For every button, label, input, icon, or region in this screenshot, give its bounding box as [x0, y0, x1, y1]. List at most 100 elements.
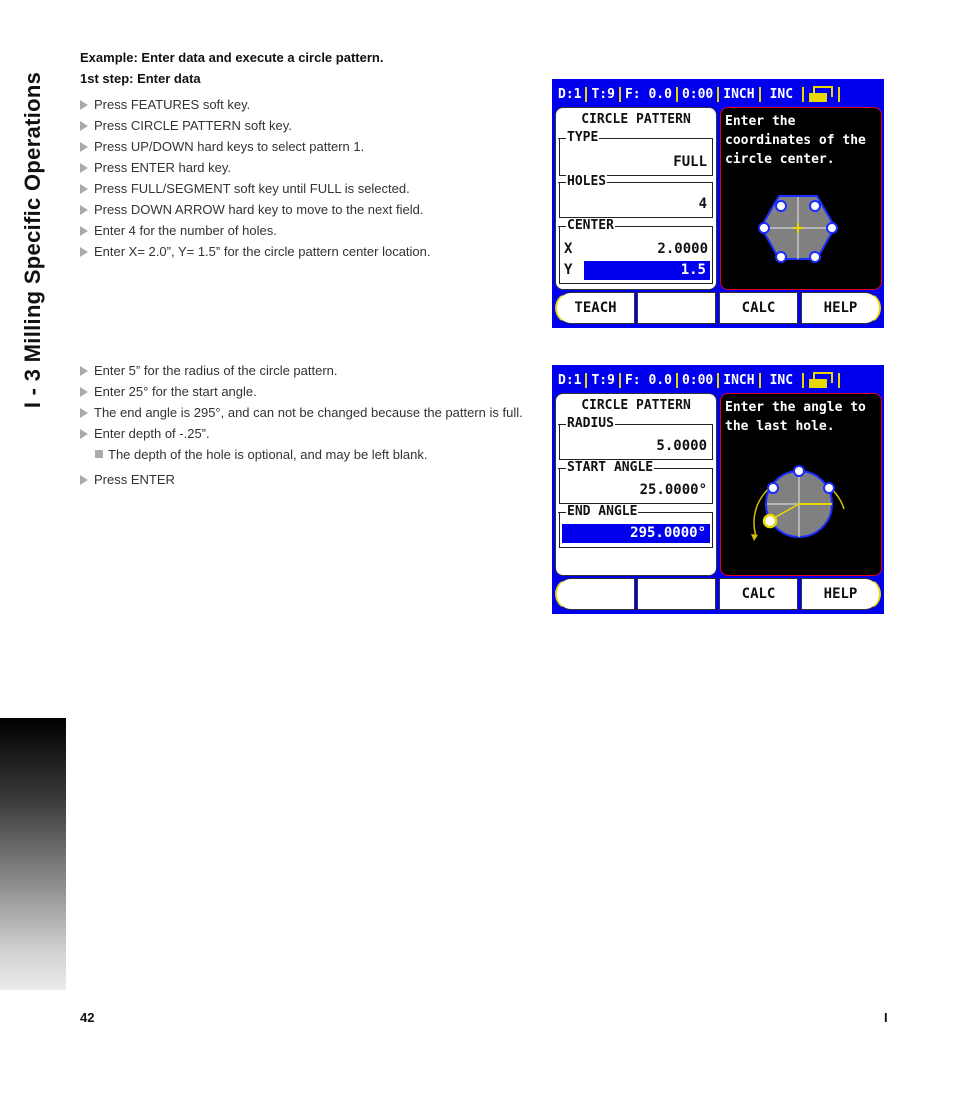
- type-value: FULL: [673, 154, 707, 170]
- step-item: Enter depth of -.25”.: [80, 423, 530, 444]
- bullet-arrow-icon: [80, 142, 88, 152]
- bullet-arrow-icon: [80, 184, 88, 194]
- center-y-row[interactable]: Y 1.5: [560, 261, 712, 280]
- holes-value: 4: [698, 196, 707, 212]
- step-item: Press FEATURES soft key.: [80, 94, 530, 115]
- section-marker: I: [884, 1010, 888, 1025]
- status-separator: [618, 86, 621, 102]
- end-angle-highlight[interactable]: 295.0000°: [562, 524, 710, 543]
- x-value: 2.0000: [657, 241, 708, 257]
- mode-indicator: INC: [769, 372, 794, 388]
- bullet-arrow-icon: [80, 100, 88, 110]
- end-angle-value: 295.0000°: [630, 525, 706, 541]
- feed-indicator: F: 0.0: [624, 372, 672, 388]
- circle-pattern-diagram: [758, 195, 838, 263]
- softkey-bar: TEACH CALC HELP: [555, 292, 881, 324]
- blank-softkey-1[interactable]: [555, 578, 635, 610]
- bullet-arrow-icon: [80, 205, 88, 215]
- arc-arrowhead-icon: [751, 534, 758, 541]
- bullet-arrow-icon: [80, 475, 88, 485]
- hole-icon: [767, 482, 779, 494]
- start-angle-value: 25.0000°: [639, 482, 707, 498]
- page-number: 42: [80, 1010, 95, 1025]
- bullet-arrow-icon: [80, 408, 88, 418]
- dro-screen-center: D:1 T:9 F: 0.0 0:00 INCH INC CIRCLE PATT…: [552, 79, 884, 328]
- form-title: CIRCLE PATTERN: [581, 112, 691, 127]
- steps-list-part1: Press FEATURES soft key. Press CIRCLE PA…: [80, 94, 530, 262]
- step-item: Press ENTER hard key.: [80, 157, 530, 178]
- type-field[interactable]: TYPE FULL: [557, 130, 713, 176]
- status-separator: [802, 372, 805, 388]
- status-separator: [675, 372, 678, 388]
- status-separator: [838, 86, 841, 102]
- mode-indicator: INC: [769, 86, 794, 102]
- y-axis-label: Y: [564, 262, 573, 278]
- last-hole-icon: [762, 513, 778, 529]
- hole-icon: [775, 251, 787, 263]
- step-title: 1st step: Enter data: [80, 71, 201, 86]
- calc-softkey[interactable]: CALC: [719, 292, 798, 324]
- blank-softkey[interactable]: [637, 292, 716, 324]
- step-item: The end angle is 295°, and can not be ch…: [80, 402, 530, 423]
- help-softkey[interactable]: HELP: [801, 578, 881, 610]
- help-panel: Enter the angle to the last hole.: [720, 393, 882, 576]
- softkey-bar: CALC HELP: [555, 578, 881, 610]
- step-item: Press FULL/SEGMENT soft key until FULL i…: [80, 178, 530, 199]
- status-separator: [717, 86, 720, 102]
- y-input-highlight[interactable]: 1.5: [584, 261, 710, 280]
- datum-indicator: D:1: [558, 86, 582, 102]
- x-axis-label: X: [564, 241, 573, 257]
- step-item: Enter 5” for the radius of the circle pa…: [80, 360, 530, 381]
- units-indicator: INCH: [723, 86, 755, 102]
- status-separator: [758, 372, 761, 388]
- calc-softkey[interactable]: CALC: [719, 578, 798, 610]
- hole-icon: [823, 482, 835, 494]
- teach-softkey[interactable]: TEACH: [555, 292, 635, 324]
- circle-pattern-form: CIRCLE PATTERN RADIUS 5.0000 START ANGLE…: [555, 393, 717, 576]
- tool-indicator: T:9: [591, 86, 615, 102]
- step-item: Press CIRCLE PATTERN soft key.: [80, 115, 530, 136]
- example-title: Example: Enter data and execute a circle…: [80, 50, 384, 65]
- status-bar: D:1 T:9 F: 0.0 0:00 INCH INC: [555, 369, 841, 391]
- bullet-arrow-icon: [80, 226, 88, 236]
- chapter-side-title: I - 3 Milling Specific Operations: [0, 40, 66, 440]
- window-switch-icon: [809, 86, 834, 102]
- start-angle-label: START ANGLE: [557, 460, 655, 476]
- blank-softkey-2[interactable]: [637, 578, 716, 610]
- status-bar: D:1 T:9 F: 0.0 0:00 INCH INC: [555, 83, 841, 105]
- timer-indicator: 0:00: [681, 372, 714, 388]
- step-item: Press ENTER: [80, 469, 530, 490]
- dro-screen-angles: D:1 T:9 F: 0.0 0:00 INCH INC CIRCLE PATT…: [552, 365, 884, 614]
- form-title: CIRCLE PATTERN: [581, 398, 691, 413]
- tool-indicator: T:9: [591, 372, 615, 388]
- center-x-row[interactable]: X 2.0000: [560, 240, 712, 259]
- hole-icon: [758, 222, 770, 234]
- start-angle-field[interactable]: START ANGLE 25.0000°: [557, 460, 713, 504]
- hole-icon: [809, 251, 821, 263]
- radius-field[interactable]: RADIUS 5.0000: [558, 416, 713, 460]
- holes-label: HOLES: [557, 174, 608, 190]
- hole-icon: [809, 200, 821, 212]
- help-softkey[interactable]: HELP: [801, 292, 881, 324]
- steps-list-part2: Enter 5” for the radius of the circle pa…: [80, 360, 530, 490]
- bullet-arrow-icon: [80, 121, 88, 131]
- holes-field[interactable]: HOLES 4: [557, 174, 713, 218]
- status-separator: [585, 86, 588, 102]
- status-separator: [618, 372, 621, 388]
- angle-diagram: [751, 465, 845, 541]
- status-separator: [717, 372, 720, 388]
- step-item: Enter 25° for the start angle.: [80, 381, 530, 402]
- status-separator: [758, 86, 761, 102]
- end-angle-field: END ANGLE 295.0000°: [557, 504, 713, 548]
- circle-pattern-form: CIRCLE PATTERN TYPE FULL HOLES 4 CENTER …: [555, 107, 717, 290]
- status-separator: [585, 372, 588, 388]
- chapter-gradient-tab: [0, 718, 66, 990]
- status-separator: [802, 86, 805, 102]
- hole-icon: [793, 465, 805, 477]
- status-separator: [838, 372, 841, 388]
- bullet-arrow-icon: [80, 366, 88, 376]
- note-item: The depth of the hole is optional, and m…: [80, 444, 530, 465]
- bullet-arrow-icon: [80, 429, 88, 439]
- end-angle-row[interactable]: 295.0000°: [560, 524, 712, 543]
- radius-value: 5.0000: [656, 438, 707, 454]
